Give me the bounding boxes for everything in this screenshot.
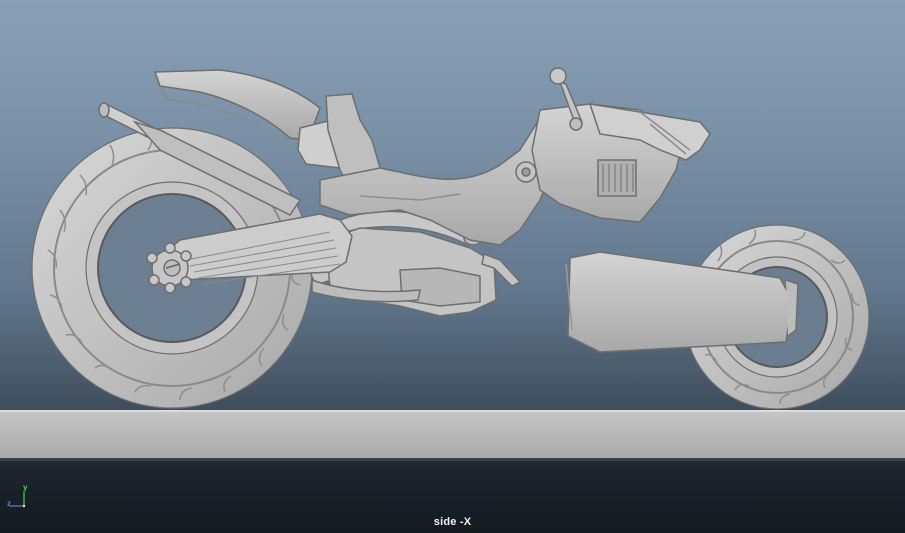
axis-gizmo: y z <box>4 484 34 514</box>
ground-plane <box>0 410 905 461</box>
axis-z-label: z <box>7 499 11 508</box>
axis-y-label: y <box>23 483 28 492</box>
camera-name-label: side -X <box>433 516 472 528</box>
motorcycle-model[interactable] <box>0 0 905 533</box>
side-viewport[interactable]: y z side -X <box>0 0 905 533</box>
